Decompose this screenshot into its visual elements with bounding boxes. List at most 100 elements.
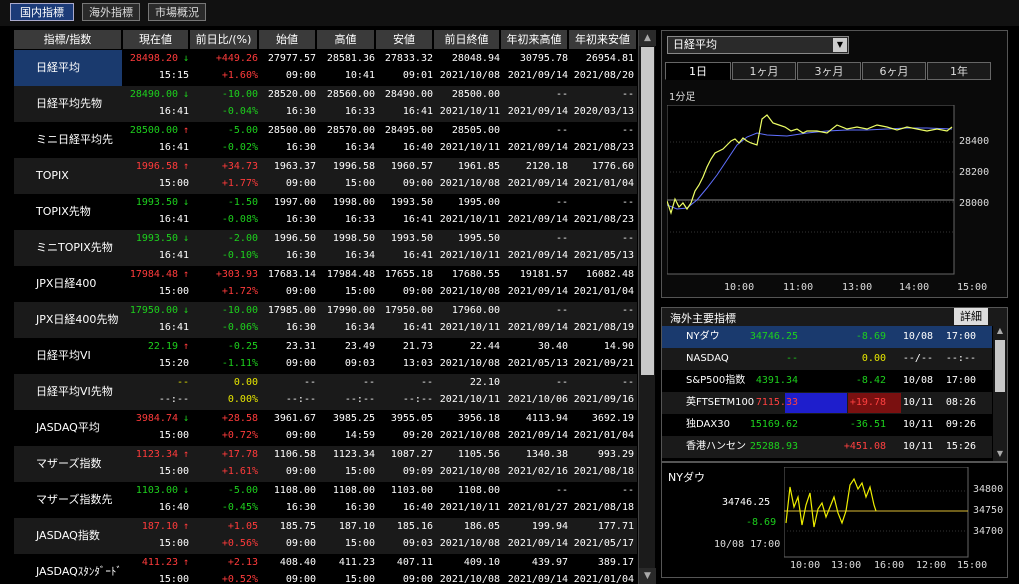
arrow-down-icon: ↓ <box>182 53 189 64</box>
ny-panel-title: NYダウ <box>668 471 705 484</box>
cell-price: 28500.00 <box>129 125 178 136</box>
table-row[interactable]: TOPIX先物 1993.50 16:41 -1.50 -0.08% 1997.00 16:… <box>14 194 637 230</box>
table-row[interactable]: ミニ日経平均先 28500.00 16:41 -5.00 -0.02% 28500.00 1… <box>14 122 637 158</box>
period-tab-1d[interactable]: 1日 <box>665 62 731 80</box>
cell-price: 28490.00 <box>129 89 178 100</box>
cell-chg: 0.00 <box>233 377 258 388</box>
tab-market-overview[interactable]: 市場概況 <box>148 3 206 21</box>
cell-yh_d: 2021/01/27 <box>507 502 568 513</box>
overseas-time: 15:26 <box>945 441 976 452</box>
row-index-name[interactable]: ミニ日経平均先 <box>14 122 122 158</box>
cell-low_t: --:-- <box>402 394 433 405</box>
row-index-name[interactable]: 日経平均先物 <box>14 86 122 122</box>
scroll-up-arrow-icon[interactable]: ▲ <box>639 30 656 46</box>
table-row[interactable]: ミニTOPIX先物 1993.50 16:41 -2.00 -0.10% 1996.50 1… <box>14 230 637 266</box>
arrow-down-icon: ↓ <box>182 485 189 496</box>
period-tab-1y[interactable]: 1年 <box>927 62 991 80</box>
cell-pct: -0.02% <box>221 142 258 153</box>
col-header-open[interactable]: 始値 <box>259 30 316 49</box>
row-index-name[interactable]: JPX日経400先物 <box>14 302 122 338</box>
overseas-row[interactable]: 香港ハンセン 25288.93 +451.08 10/11 15:26 <box>662 436 992 458</box>
table-row[interactable]: JASDAQ指数 187.10 15:00 +1.05 +0.56% 185.75 09:0… <box>14 518 637 554</box>
table-scrollbar[interactable]: ▲ ▼ <box>638 30 656 584</box>
index-selector-value: 日経平均 <box>673 38 717 51</box>
cell-yl: 3692.19 <box>591 413 634 424</box>
table-row[interactable]: マザーズ指数先 1103.00 16:40 -5.00 -0.45% 1108.00 16:… <box>14 482 637 518</box>
row-index-name[interactable]: JASDAQ平均 <box>14 410 122 446</box>
col-header-ytd-low[interactable]: 年初来安値 <box>569 30 637 49</box>
table-row[interactable]: JPX日経400 17984.48 15:00 +303.93 +1.72% 17683.… <box>14 266 637 302</box>
tab-domestic[interactable]: 国内指標 <box>10 3 74 21</box>
x-tick-label: 13:00 <box>831 560 862 571</box>
cell-price: 1993.50 <box>135 197 178 208</box>
chevron-down-icon[interactable]: ▼ <box>833 38 847 52</box>
index-selector[interactable]: 日経平均 ▼ <box>667 36 849 54</box>
arrow-down-icon: ↓ <box>182 305 189 316</box>
row-index-name[interactable]: JASDAQｽﾀﾝﾀﾞｰﾄﾞ <box>14 554 122 584</box>
table-row[interactable]: 日経平均先物 28490.00 16:41 -10.00 -0.04% 28520.00 1… <box>14 86 637 122</box>
cell-low: 185.16 <box>396 521 433 532</box>
overseas-row[interactable]: NASDAQ -- 0.00 --/-- --:-- <box>662 348 992 370</box>
arrow-up-icon: ↑ <box>182 125 189 136</box>
period-tab-6m[interactable]: 6ヶ月 <box>862 62 926 80</box>
table-row[interactable]: TOPIX 1996.58 15:00 +34.73 +1.77% 1963.37 09:0… <box>14 158 637 194</box>
cell-yh_d: 2021/09/14 <box>507 538 568 549</box>
row-index-name[interactable]: マザーズ指数 <box>14 446 122 482</box>
detail-button[interactable]: 詳細 <box>954 308 988 325</box>
row-index-name[interactable]: 日経平均VI先物 <box>14 374 122 410</box>
overseas-name: S&P500指数 <box>686 375 746 386</box>
period-tab-1m[interactable]: 1ヶ月 <box>732 62 796 80</box>
overseas-row[interactable]: 英FTSETM100 7115.33 +19.78 10/11 08:26 <box>662 392 992 414</box>
cell-yh: -- <box>555 377 568 388</box>
overseas-row[interactable]: 独DAX30 15169.62 -36.51 10/11 09:26 <box>662 414 992 436</box>
cell-yh_d: 2021/09/14 <box>507 178 568 189</box>
scroll-down-arrow-icon[interactable]: ▼ <box>993 449 1007 461</box>
overseas-time: 08:26 <box>945 397 976 408</box>
col-header-ytd-high[interactable]: 年初来高値 <box>501 30 568 49</box>
table-row[interactable]: 日経平均VI 22.19 15:20 -0.25 -1.11% 23.31 09:00 23.… <box>14 338 637 374</box>
cell-chg: -1.50 <box>227 197 258 208</box>
row-index-name[interactable]: JPX日経400 <box>14 266 122 302</box>
cell-high_t: 09:03 <box>344 358 375 369</box>
cell-low: 28495.00 <box>384 125 433 136</box>
cell-high: 23.49 <box>344 341 375 352</box>
row-index-name[interactable]: TOPIX <box>14 158 122 194</box>
table-row[interactable]: マザーズ指数 1123.34 15:00 +17.78 +1.61% 1106.58 09:… <box>14 446 637 482</box>
row-index-name[interactable]: JASDAQ指数 <box>14 518 122 554</box>
table-row[interactable]: JPX日経400先物 17950.00 16:41 -10.00 -0.06% 17985… <box>14 302 637 338</box>
col-header-low[interactable]: 安値 <box>376 30 433 49</box>
row-index-name[interactable]: ミニTOPIX先物 <box>14 230 122 266</box>
col-header-prev-close[interactable]: 前日終値 <box>434 30 500 49</box>
row-index-name[interactable]: TOPIX先物 <box>14 194 122 230</box>
table-row[interactable]: JASDAQｽﾀﾝﾀﾞｰﾄﾞ 411.23 15:00 +2.13 +0.52% 408.… <box>14 554 637 584</box>
row-index-name[interactable]: 日経平均 <box>14 50 122 86</box>
scrollbar-thumb[interactable] <box>995 340 1005 392</box>
table-row[interactable]: 日経平均VI先物 -- --:-- 0.00 0.00% -- --:-- -- --:-- --… <box>14 374 637 410</box>
row-index-name[interactable]: マザーズ指数先 <box>14 482 122 518</box>
col-header-change[interactable]: 前日比/(%) <box>190 30 258 49</box>
x-tick-label: 11:00 <box>783 282 814 293</box>
cell-yh_d: 2021/02/16 <box>507 466 568 477</box>
cell-low: 1993.50 <box>390 233 433 244</box>
col-header-name[interactable]: 指標/指数 <box>14 30 122 49</box>
scroll-up-arrow-icon[interactable]: ▲ <box>993 326 1007 338</box>
col-header-price[interactable]: 現在値 <box>123 30 189 49</box>
scrollbar-thumb[interactable] <box>641 47 654 375</box>
overseas-scrollbar[interactable]: ▲ ▼ <box>993 326 1007 461</box>
table-row[interactable]: 日経平均 28498.20 15:15 +449.26 +1.60% 27977.57 09… <box>14 50 637 86</box>
cell-low_t: 16:41 <box>402 106 433 117</box>
overseas-row[interactable]: S&P500指数 4391.34 -8.42 10/08 17:00 <box>662 370 992 392</box>
cell-high_t: 16:34 <box>344 142 375 153</box>
col-header-high[interactable]: 高値 <box>317 30 375 49</box>
table-row[interactable]: JASDAQ平均 3984.74 15:00 +28.58 +0.72% 3961.67 0… <box>14 410 637 446</box>
overseas-value: 4391.34 <box>755 375 798 386</box>
cell-open: 28500.00 <box>267 125 316 136</box>
overseas-row[interactable]: NYダウ 34746.25 -8.69 10/08 17:00 <box>662 326 992 348</box>
tab-overseas[interactable]: 海外指標 <box>82 3 140 21</box>
cell-pct: +1.60% <box>221 70 258 81</box>
period-tab-3m[interactable]: 3ヶ月 <box>797 62 861 80</box>
cell-open_t: 16:30 <box>285 106 316 117</box>
cell-low: 17655.18 <box>384 269 433 280</box>
scroll-down-arrow-icon[interactable]: ▼ <box>639 568 656 584</box>
row-index-name[interactable]: 日経平均VI <box>14 338 122 374</box>
